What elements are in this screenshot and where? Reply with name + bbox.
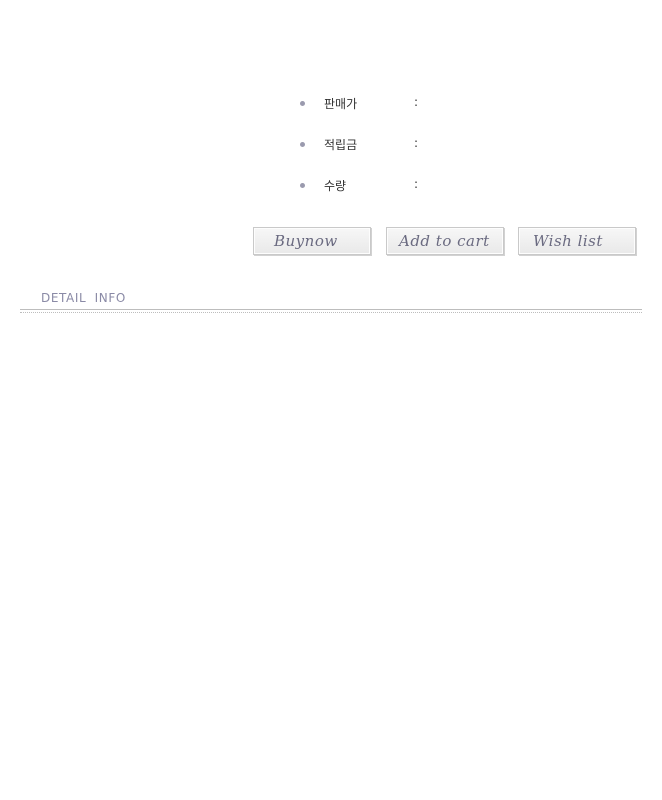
product-info-list: 판매가 : 적립금 : 수량 : [296,92,596,215]
quantity-label: 수량 [324,179,347,193]
detail-divider [20,309,642,310]
points-label: 적립금 [324,138,358,152]
bullet-icon [300,142,305,147]
detail-dotted-divider [20,312,642,313]
wish-list-button[interactable]: Wish list [518,227,636,255]
quantity-separator: : [414,177,419,191]
detail-info-heading: DETAIL INFO [41,291,126,305]
add-to-cart-button[interactable]: Add to cart [386,227,504,255]
price-separator: : [414,95,419,109]
price-row: 판매가 : [296,92,596,133]
quantity-row: 수량 : [296,174,596,215]
points-row: 적립금 : [296,133,596,174]
buy-now-button[interactable]: Buynow [253,227,371,255]
bullet-icon [300,101,305,106]
points-separator: : [414,136,419,150]
bullet-icon [300,183,305,188]
price-label: 판매가 [324,97,358,111]
